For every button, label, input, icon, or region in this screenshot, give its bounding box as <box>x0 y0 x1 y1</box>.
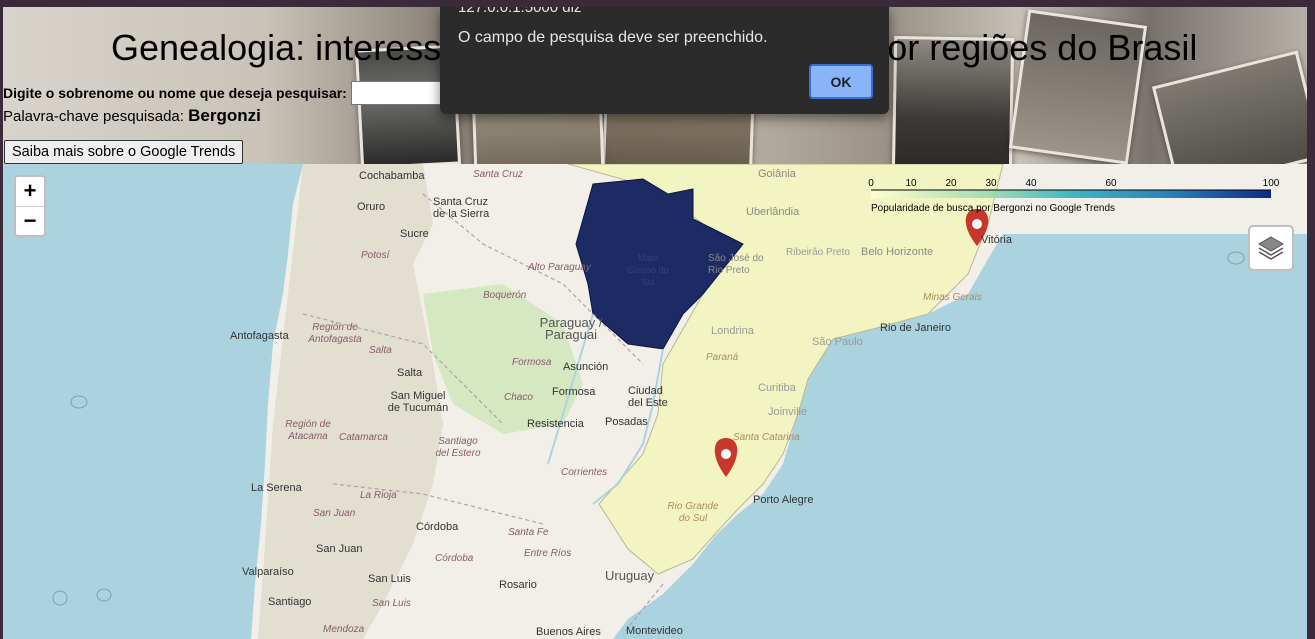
place-label: Chaco <box>504 392 533 403</box>
place-label: Oruro <box>357 201 386 213</box>
place-label: Sucre <box>400 228 429 240</box>
legend-tick: 0 <box>868 178 874 189</box>
legend-tick: 60 <box>1105 178 1117 189</box>
place-label: Asunción <box>563 361 609 373</box>
dialog-origin: 127.0.0.1:5000 diz <box>458 7 582 16</box>
place-label: Santiago del Estero <box>435 436 481 459</box>
layers-button[interactable] <box>1248 225 1294 271</box>
place-label: Entre Ríos <box>524 548 572 559</box>
place-label: La Serena <box>251 482 302 494</box>
place-label: Antofagasta <box>230 330 289 342</box>
place-label: San Juan <box>316 543 363 555</box>
place-label: Santa Catarina <box>733 432 800 443</box>
legend-tick: 10 <box>905 178 917 189</box>
place-label: São Paulo <box>812 336 863 348</box>
place-label: Paraná <box>706 352 739 363</box>
place-label: Belo Horizonte <box>861 246 934 258</box>
place-label: Rosario <box>499 579 537 591</box>
search-row: Digite o sobrenome ou nome que deseja pe… <box>3 81 441 105</box>
place-label: Ciudad del Este <box>628 385 668 409</box>
place-label: Alto Paraguay <box>528 262 591 273</box>
place-label: San Miguel de Tucumán <box>387 390 449 414</box>
legend-tick: 100 <box>1262 178 1280 189</box>
place-label: Joinville <box>768 406 808 418</box>
zoom-out-button[interactable]: − <box>16 206 44 235</box>
place-label: Vitória <box>981 234 1012 246</box>
place-label: Ribeirão Preto <box>786 247 850 258</box>
place-label: Región de Antofagasta <box>308 322 362 345</box>
place-label: Catamarca <box>339 432 388 443</box>
legend-tick: 20 <box>945 178 957 189</box>
place-label: San Luis <box>368 573 411 585</box>
place-label: Resistencia <box>527 418 584 430</box>
browser-page: Genealogia: interess or regiões do Brasil… <box>3 7 1307 639</box>
place-label: Goiânia <box>758 168 796 180</box>
place-label: Rio Grande do Sul <box>667 501 719 524</box>
place-label: San Luis <box>372 598 411 609</box>
google-trends-info-button[interactable]: Saiba mais sobre o Google Trends <box>4 140 244 164</box>
legend-tick: 40 <box>1025 178 1037 189</box>
place-label: Salta <box>397 367 423 379</box>
place-label: Curitiba <box>758 382 796 394</box>
place-label: Santa Cruz de la Sierra <box>433 196 490 220</box>
keyword-row: Palavra-chave pesquisada: Bergonzi <box>3 106 261 126</box>
legend-tick: 30 <box>985 178 997 189</box>
zoom-control: + − <box>14 175 46 237</box>
dialog-ok-button[interactable]: OK <box>809 64 873 99</box>
layers-icon <box>1258 236 1284 260</box>
place-label: Salta <box>369 345 392 356</box>
place-label: Mendoza <box>323 624 365 635</box>
place-label: Santa Fe <box>508 527 549 538</box>
legend-bar <box>871 190 1271 198</box>
place-label: Córdoba <box>435 553 474 564</box>
place-label: Boquerón <box>483 290 527 301</box>
place-label: La Rioja <box>360 490 397 501</box>
place-label: Londrina <box>711 325 754 337</box>
place-label: Uberlândia <box>746 206 800 218</box>
place-label: Santiago <box>268 596 312 608</box>
search-label: Digite o sobrenome ou nome que deseja pe… <box>3 85 347 101</box>
place-label: San Juan <box>313 508 356 519</box>
place-label: Cochabamba <box>359 170 425 182</box>
search-input[interactable] <box>350 81 441 105</box>
keyword-label: Palavra-chave pesquisada: <box>3 108 184 125</box>
dialog-message: O campo de pesquisa deve ser preenchido. <box>458 29 768 46</box>
keyword-value: Bergonzi <box>188 106 261 125</box>
place-label: Posadas <box>605 416 648 428</box>
place-label: Santa Cruz <box>473 169 524 180</box>
place-label: Formosa <box>512 357 552 368</box>
place-label: Rio de Janeiro <box>880 322 951 334</box>
place-label: Valparaíso <box>242 566 294 578</box>
place-label: Buenos Aires <box>536 626 601 638</box>
place-label: Mato Grosso do Sul <box>627 253 669 287</box>
place-label: Córdoba <box>416 521 459 533</box>
place-label: Paraguay / Paraguai <box>539 315 603 342</box>
map[interactable]: 0 10 20 30 40 60 100 Popularidade de bus… <box>3 164 1307 639</box>
place-label: Montevideo <box>626 625 683 637</box>
place-label: Minas Gerais <box>923 292 982 303</box>
place-label: Uruguay <box>605 568 655 583</box>
place-label: Formosa <box>552 386 596 398</box>
place-label: Región de Atacama <box>285 419 331 442</box>
place-label: Porto Alegre <box>753 494 814 506</box>
place-label: São José do Rio Preto <box>708 253 764 276</box>
place-label: Corrientes <box>561 467 608 478</box>
zoom-in-button[interactable]: + <box>16 177 44 206</box>
legend-caption: Popularidade de busca por Bergonzi no Go… <box>871 203 1116 214</box>
place-label: Potosí <box>361 250 390 261</box>
